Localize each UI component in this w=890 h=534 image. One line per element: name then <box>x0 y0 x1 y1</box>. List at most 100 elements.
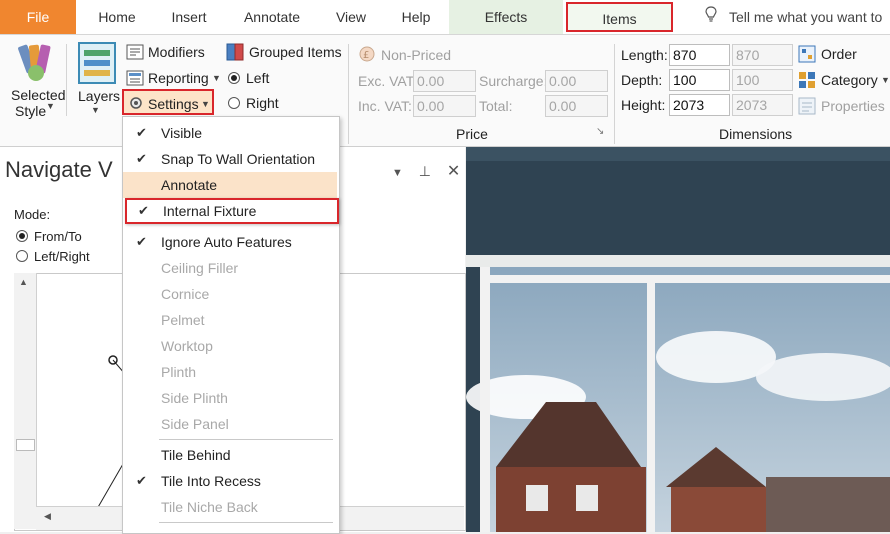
order-button[interactable]: Order <box>821 46 857 62</box>
tab-effects[interactable]: Effects <box>449 0 563 34</box>
layers-button[interactable] <box>78 42 116 84</box>
exc-vat-label: Exc. VAT: <box>358 73 417 89</box>
non-priced-icon: £ <box>358 46 376 62</box>
menu-item-side-panel[interactable]: Side Panel <box>123 411 337 437</box>
tab-annotate[interactable]: Annotate <box>231 0 313 34</box>
close-icon[interactable]: ✕ <box>447 163 460 180</box>
mode-label: Mode: <box>14 207 51 222</box>
dimensions-group-label: Dimensions <box>719 126 793 142</box>
left-radio[interactable] <box>228 72 240 84</box>
settings-icon <box>128 95 144 111</box>
right-radio-label: Right <box>246 95 279 111</box>
category-icon <box>798 71 816 89</box>
category-button[interactable]: Category <box>821 72 878 88</box>
checkmark-icon: ✔ <box>136 234 147 249</box>
modifiers-icon <box>126 44 144 60</box>
reporting-button[interactable]: Reporting <box>148 70 209 86</box>
3d-room-view[interactable] <box>466 147 890 532</box>
from-to-label: From/To <box>34 229 82 244</box>
reporting-icon <box>126 70 144 86</box>
price-group-label: Price <box>456 126 488 142</box>
vertical-scrollbar[interactable]: ▲ <box>14 273 37 529</box>
surcharge-field[interactable]: 0.00 <box>545 70 608 92</box>
right-radio[interactable] <box>228 97 240 109</box>
menu-item-ignore-auto-features[interactable]: ✔ Ignore Auto Features <box>123 229 337 255</box>
scrollbar-thumb[interactable] <box>16 439 35 451</box>
properties-icon <box>798 97 816 115</box>
pin-icon[interactable]: ⊥ <box>419 163 431 179</box>
chevron-down-icon[interactable]: ▼ <box>46 101 55 111</box>
left-right-radio[interactable] <box>16 250 28 262</box>
height-label: Height: <box>621 97 666 113</box>
scroll-up-icon[interactable]: ▲ <box>19 277 28 287</box>
total-field[interactable]: 0.00 <box>545 95 608 117</box>
grouped-items-button[interactable]: Grouped Items <box>249 44 342 60</box>
menu-item-pelmet[interactable]: Pelmet <box>123 307 337 333</box>
lightbulb-icon <box>705 0 717 34</box>
menu-item-annotate[interactable]: Annotate <box>123 172 337 198</box>
menu-item-cornice[interactable]: Cornice <box>123 281 337 307</box>
tab-view[interactable]: View <box>325 0 377 34</box>
checkmark-icon: ✔ <box>136 151 147 166</box>
checkmark-icon: ✔ <box>136 473 147 488</box>
menu-item-snap-to-wall-orientation[interactable]: ✔ Snap To Wall Orientation <box>123 146 337 172</box>
surcharge-label: Surcharge: <box>479 73 548 89</box>
tell-me-search[interactable]: Tell me what you want to <box>705 0 882 34</box>
non-priced-button[interactable]: Non-Priced <box>381 47 451 63</box>
left-right-label: Left/Right <box>34 249 90 264</box>
exc-vat-field[interactable]: 0.00 <box>413 70 476 92</box>
length-readonly-field: 870 <box>732 44 793 66</box>
total-label: Total: <box>479 98 513 114</box>
menu-item-internal-fixture[interactable]: ✔ Internal Fixture <box>125 198 339 224</box>
menu-item-plinth[interactable]: Plinth <box>123 359 337 385</box>
menu-item-visible[interactable]: ✔ Visible <box>123 120 337 146</box>
menu-separator <box>159 439 333 440</box>
chevron-down-icon[interactable]: ▼ <box>212 73 221 83</box>
menu-item-ceiling-filler[interactable]: Ceiling Filler <box>123 255 337 281</box>
inc-vat-field[interactable]: 0.00 <box>413 95 476 117</box>
height-readonly-field: 2073 <box>732 94 793 116</box>
ribbon-separator <box>614 44 615 144</box>
svg-text:£: £ <box>363 50 369 61</box>
length-field[interactable]: 870 <box>669 44 730 66</box>
chevron-down-icon[interactable]: ▼ <box>91 105 100 115</box>
ribbon-separator <box>348 44 349 144</box>
checkmark-icon: ✔ <box>136 125 147 140</box>
panel-title: Navigate V <box>5 157 113 182</box>
modifiers-button[interactable]: Modifiers <box>148 44 205 60</box>
depth-field[interactable]: 100 <box>669 69 730 91</box>
ribbon-separator <box>66 44 67 116</box>
left-radio-label: Left <box>246 70 270 86</box>
selected-style-label-2: Style <box>15 103 47 119</box>
settings-dropdown-menu: ✔ Visible ✔ Snap To Wall Orientation Ann… <box>122 116 340 534</box>
height-field[interactable]: 2073 <box>669 94 730 116</box>
order-icon <box>798 45 816 63</box>
menu-item-tile-behind[interactable]: Tile Behind <box>123 442 337 468</box>
dialog-launcher-icon[interactable]: ↘ <box>596 126 604 137</box>
menu-separator <box>159 522 333 523</box>
chevron-down-icon[interactable]: ▼ <box>881 75 890 85</box>
depth-label: Depth: <box>621 72 663 88</box>
grouped-items-icon <box>226 43 244 61</box>
chevron-down-icon: ▼ <box>201 99 210 109</box>
ribbon-tab-bar: File Home Insert Annotate View Help Effe… <box>0 0 890 35</box>
selected-style-label-1: Selected <box>11 87 66 103</box>
tab-file[interactable]: File <box>0 0 76 34</box>
dropdown-arrow-icon[interactable]: ▼ <box>392 167 403 179</box>
tab-home[interactable]: Home <box>85 0 149 34</box>
properties-button[interactable]: Properties <box>821 98 885 114</box>
menu-item-side-plinth[interactable]: Side Plinth <box>123 385 337 411</box>
room-render <box>466 147 890 532</box>
menu-item-worktop[interactable]: Worktop <box>123 333 337 359</box>
tab-insert[interactable]: Insert <box>158 0 220 34</box>
tab-items[interactable]: Items <box>566 2 673 32</box>
tab-help[interactable]: Help <box>389 0 443 34</box>
scroll-left-icon[interactable]: ◀ <box>44 511 51 522</box>
layers-label: Layers <box>78 88 121 104</box>
from-to-radio[interactable] <box>16 230 28 242</box>
settings-label: Settings <box>148 96 199 112</box>
checkmark-icon: ✔ <box>138 203 149 218</box>
menu-item-tile-into-recess[interactable]: ✔ Tile Into Recess <box>123 468 337 494</box>
selected-style-button[interactable] <box>14 43 58 83</box>
menu-item-tile-niche-back[interactable]: Tile Niche Back <box>123 494 337 520</box>
